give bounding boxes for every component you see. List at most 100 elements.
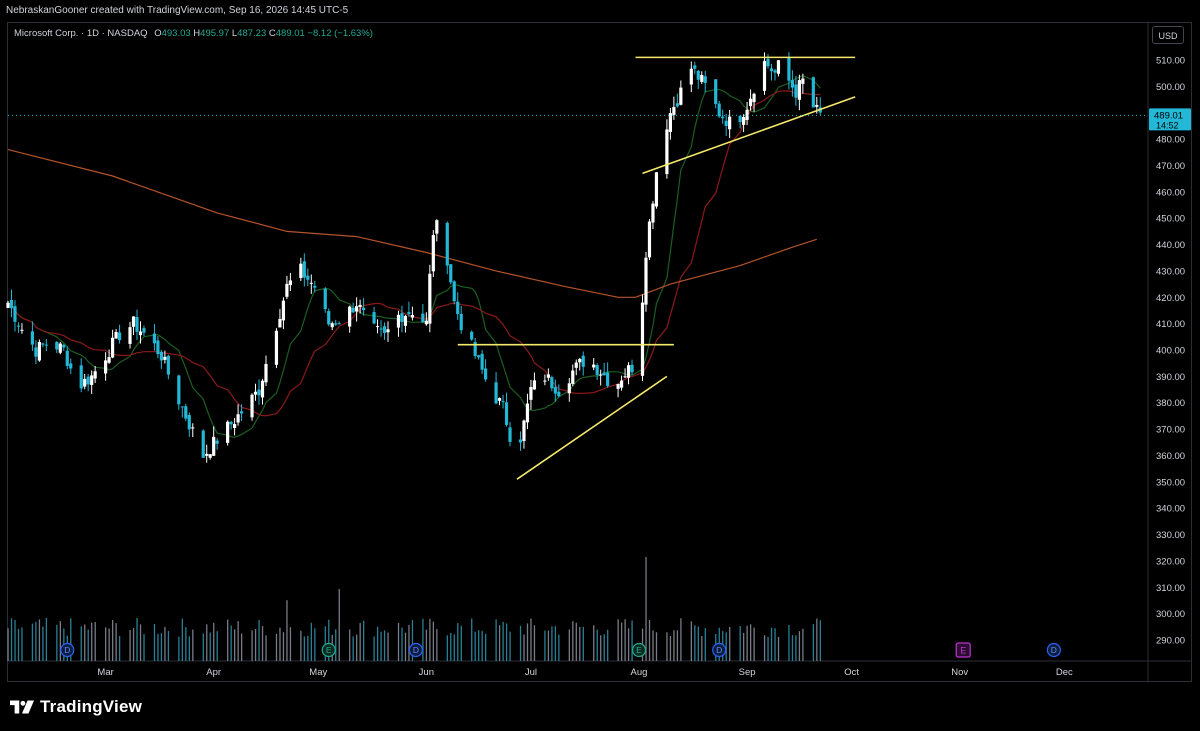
candle-body[interactable]	[571, 370, 575, 384]
candle-body[interactable]	[184, 406, 188, 419]
candle-body[interactable]	[654, 172, 659, 207]
candle-body[interactable]	[728, 116, 732, 130]
candle-body[interactable]	[435, 220, 439, 234]
candle-body[interactable]	[766, 58, 770, 67]
candle-body[interactable]	[578, 359, 582, 363]
candle-body[interactable]	[508, 427, 512, 442]
candle-body[interactable]	[693, 65, 697, 69]
candle-body[interactable]	[428, 273, 432, 324]
trendline[interactable]	[516, 375, 668, 480]
candle-body[interactable]	[177, 375, 181, 405]
candle-body[interactable]	[313, 285, 317, 288]
candle-body[interactable]	[180, 406, 184, 408]
candle-body[interactable]	[110, 337, 115, 358]
x-tick-label[interactable]: Sep	[739, 667, 756, 678]
candle-body[interactable]	[400, 313, 404, 322]
candle-body[interactable]	[532, 380, 537, 390]
x-tick-label[interactable]: Apr	[206, 667, 221, 678]
candle-body[interactable]	[309, 282, 313, 284]
candle-body[interactable]	[281, 300, 286, 321]
candle-body[interactable]	[484, 368, 488, 380]
candle-body[interactable]	[6, 302, 10, 308]
candle-body[interactable]	[647, 221, 652, 258]
candle-body[interactable]	[69, 363, 73, 369]
candle-body[interactable]	[274, 330, 279, 365]
candle-body[interactable]	[215, 440, 219, 444]
candle-body[interactable]	[504, 402, 509, 425]
candle-body[interactable]	[449, 264, 453, 283]
candle-body[interactable]	[773, 70, 777, 73]
candle-body[interactable]	[208, 454, 212, 458]
candle-body[interactable]	[815, 104, 819, 107]
candle-body[interactable]	[769, 68, 774, 72]
candle-body[interactable]	[644, 257, 648, 305]
candle-body[interactable]	[752, 93, 756, 103]
candle-body[interactable]	[201, 430, 205, 458]
candle-body[interactable]	[302, 261, 306, 278]
candle-body[interactable]	[623, 376, 627, 378]
candle-body[interactable]	[55, 341, 59, 350]
candle-body[interactable]	[330, 323, 334, 328]
candle-body[interactable]	[323, 288, 327, 310]
tradingview-brand[interactable]: TradingView	[10, 697, 142, 717]
candle-body[interactable]	[191, 427, 195, 429]
candle-body[interactable]	[724, 120, 728, 127]
candle-body[interactable]	[156, 340, 160, 355]
candle-body[interactable]	[159, 351, 163, 361]
candle-body[interactable]	[351, 307, 355, 313]
candle-body[interactable]	[16, 325, 21, 327]
candle-body[interactable]	[34, 347, 38, 357]
candle-body[interactable]	[616, 383, 620, 389]
candle-body[interactable]	[41, 343, 45, 345]
candle-body[interactable]	[358, 304, 362, 307]
candle-body[interactable]	[738, 115, 742, 122]
x-tick-label[interactable]: Jun	[419, 667, 434, 678]
x-tick-label[interactable]: May	[309, 667, 327, 678]
candle-body[interactable]	[672, 107, 676, 115]
candle-body[interactable]	[128, 327, 132, 344]
candle-body[interactable]	[382, 326, 387, 333]
candle-body[interactable]	[787, 57, 791, 81]
candle-body[interactable]	[236, 414, 240, 423]
price-chart[interactable]: 290.00 300.00 310.00 320.00 330.00 340.00 350.…	[0, 0, 1200, 731]
candle-body[interactable]	[459, 313, 463, 331]
candle-body[interactable]	[721, 116, 725, 119]
x-tick-label[interactable]: Oct	[844, 667, 859, 678]
candle-body[interactable]	[797, 80, 801, 100]
candle-body[interactable]	[30, 331, 35, 345]
candle-body[interactable]	[599, 374, 603, 376]
candle-body[interactable]	[229, 421, 233, 425]
candle-body[interactable]	[355, 306, 359, 312]
candle-body[interactable]	[619, 380, 624, 388]
candle-body[interactable]	[602, 372, 606, 376]
candle-body[interactable]	[470, 331, 474, 340]
candle-body[interactable]	[257, 389, 261, 396]
candle-body[interactable]	[696, 70, 700, 80]
candle-body[interactable]	[334, 323, 338, 325]
candle-body[interactable]	[90, 375, 94, 385]
candle-body[interactable]	[114, 332, 118, 339]
candle-body[interactable]	[553, 387, 557, 394]
candle-body[interactable]	[529, 387, 533, 400]
candle-body[interactable]	[375, 326, 380, 328]
candle-body[interactable]	[606, 372, 610, 386]
candle-body[interactable]	[253, 391, 258, 395]
candle-body[interactable]	[20, 329, 24, 331]
candle-body[interactable]	[58, 343, 62, 353]
candle-body[interactable]	[135, 316, 139, 332]
candle-body[interactable]	[518, 439, 523, 443]
x-tick-label[interactable]: Aug	[631, 667, 648, 678]
candle-body[interactable]	[37, 342, 41, 361]
candle-body[interactable]	[665, 129, 669, 175]
candle-body[interactable]	[689, 68, 693, 85]
candle-body[interactable]	[9, 299, 14, 309]
candle-body[interactable]	[714, 79, 718, 104]
candle-body[interactable]	[83, 378, 87, 387]
candle-body[interactable]	[424, 320, 428, 325]
candle-body[interactable]	[44, 344, 48, 346]
candle-body[interactable]	[107, 357, 111, 363]
candle-body[interactable]	[700, 74, 704, 82]
candle-body[interactable]	[226, 421, 230, 443]
candle-body[interactable]	[550, 377, 554, 389]
candle-body[interactable]	[522, 420, 526, 441]
